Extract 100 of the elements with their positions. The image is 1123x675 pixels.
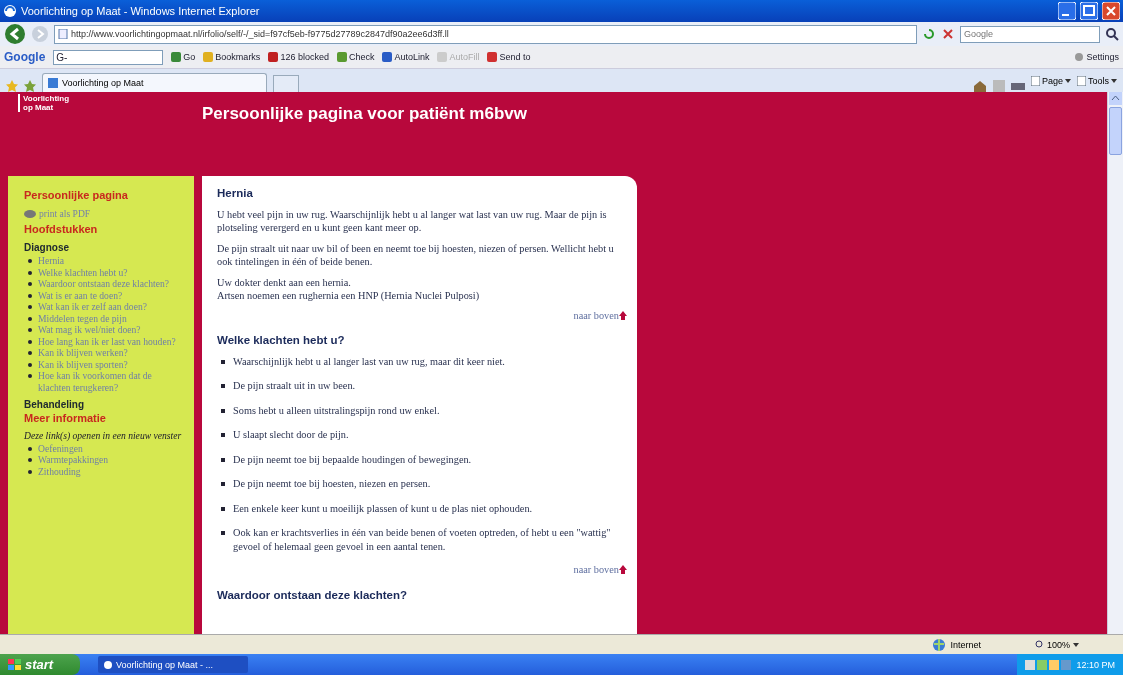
sidebar-link[interactable]: Middelen tegen de pijn xyxy=(38,312,186,324)
list-item: De pijn neemt toe bij bepaalde houdingen of bewegingen. xyxy=(233,452,472,466)
page-icon xyxy=(58,29,68,39)
sidebar-note: Deze link(s) openen in een nieuw venster xyxy=(24,430,183,442)
list-item: Een enkele keer kunt u moeilijk plassen of kunt u de plas niet ophouden. xyxy=(233,501,533,515)
browser-icon xyxy=(103,659,113,670)
back-to-top-link[interactable]: naar boven xyxy=(573,563,619,577)
bullet-icon xyxy=(28,458,32,462)
bullet-icon xyxy=(28,446,32,451)
sidebar-link[interactable]: Zithouding xyxy=(38,465,186,477)
list-item: De pijn straalt uit in uw been. xyxy=(233,379,356,393)
sidebar-subheading: Diagnose xyxy=(24,241,70,253)
sidebar-subheading: Behandeling xyxy=(24,399,85,411)
windows-logo-icon xyxy=(8,658,21,671)
sidebar-link[interactable]: Hernia xyxy=(38,255,186,267)
bullet-icon xyxy=(28,270,32,275)
paragraph: De pijn straalt uit naar uw bil of been en neemt toe bij hoesten, niezen of persen. Wellicht hebt u ook tintelingen in één of beide benen. xyxy=(217,241,615,269)
back-to-top-link[interactable]: naar boven xyxy=(573,308,619,322)
sidebar-link[interactable]: Kan ik blijven werken? xyxy=(38,347,186,359)
back-button[interactable] xyxy=(4,23,26,45)
up-arrow-icon xyxy=(619,565,627,575)
list-item: U slaapt slecht door de pijn. xyxy=(233,428,349,442)
maximize-button[interactable] xyxy=(1080,2,1098,20)
toolbar-icon xyxy=(336,52,347,62)
sidebar-link[interactable]: Wat kan ik er zelf aan doen? xyxy=(38,301,186,313)
sidebar-link[interactable]: Warmtepakkingen xyxy=(38,454,186,466)
command-button[interactable]: Tools xyxy=(1077,75,1117,86)
close-icon[interactable] xyxy=(941,27,955,41)
sidebar-link[interactable]: Hoe lang kan ik er last van houden? xyxy=(38,335,186,347)
bullet-icon xyxy=(221,482,225,486)
sidebar-link[interactable]: Wat mag ik wel/niet doen? xyxy=(38,324,186,336)
start-button[interactable]: start xyxy=(0,654,80,675)
bullet-icon xyxy=(221,433,225,437)
section-heading: Hernia xyxy=(217,187,254,201)
settings-button[interactable]: Settings xyxy=(1074,52,1119,62)
section-heading: Welke klachten hebt u? xyxy=(217,334,346,348)
bullet-icon xyxy=(221,359,225,364)
sidebar-link[interactable]: Waardoor ontstaan deze klachten? xyxy=(38,278,186,290)
browser-tab[interactable]: Voorlichting op Maat xyxy=(42,73,267,92)
minimize-button[interactable] xyxy=(1058,2,1076,20)
window-title: Voorlichting op Maat - Windows Internet Explorer xyxy=(21,5,261,17)
bullet-icon xyxy=(221,531,225,535)
sidebar-link[interactable]: Kan ik blijven sporten? xyxy=(38,358,186,370)
zoom-button[interactable]: 100% xyxy=(1035,639,1115,650)
caret-icon xyxy=(1065,78,1071,83)
toolbar-button[interactable]: Send to xyxy=(487,52,531,62)
toolbar-button[interactable]: Check xyxy=(336,52,375,62)
toolbar-icon xyxy=(437,52,448,62)
browser-icon xyxy=(3,4,17,18)
caret-icon xyxy=(1111,78,1117,83)
bullet-icon xyxy=(28,339,32,344)
address-field[interactable]: http://www.voorlichtingopmaat.nl/irfolio/self/-/_sid=f97cf5eb-f9775d27789c2847df90a2ee6d3ff.ll xyxy=(54,24,917,44)
google-search-field[interactable]: G- xyxy=(53,49,164,65)
search-icon[interactable] xyxy=(1105,27,1119,41)
go-button[interactable]: Go xyxy=(171,52,196,62)
bullet-icon xyxy=(221,506,225,511)
refresh-icon[interactable] xyxy=(922,27,936,41)
bullet-icon xyxy=(28,362,32,367)
toolbar-icon xyxy=(203,52,214,62)
toolbar-icon xyxy=(268,52,279,62)
toolbar-icon xyxy=(382,52,393,62)
toolbar-button[interactable]: 126 blocked xyxy=(268,52,329,62)
bullet-icon xyxy=(221,384,225,388)
tray-icons xyxy=(1025,658,1072,671)
sidebar-link[interactable]: Welke klachten hebt u? xyxy=(38,266,186,278)
bullet-icon xyxy=(28,282,32,286)
up-arrow-icon xyxy=(619,310,627,320)
site-logo: Voorlichting op Maat xyxy=(18,94,77,112)
add-favorite-icon[interactable] xyxy=(24,80,36,92)
toolbar-button[interactable]: Bookmarks xyxy=(203,52,261,62)
bullet-icon xyxy=(28,351,32,355)
toolbar-icon xyxy=(171,52,182,62)
sidebar-link[interactable]: Hoe kan ik voorkomen dat de klachten terugkeren? xyxy=(38,370,186,393)
bullet-icon xyxy=(28,328,32,332)
list-item: Soms hebt u alleen uitstralingspijn rond uw enkel. xyxy=(233,403,440,417)
security-zone: Internet xyxy=(950,639,981,650)
list-item: Waarschijnlijk hebt u al langer last van uw rug, maar dit keer niet. xyxy=(233,354,505,368)
bullet-icon xyxy=(28,293,32,298)
pdf-link[interactable]: print als PDF xyxy=(39,207,91,219)
taskbar-button[interactable]: Voorlichting op Maat - ... xyxy=(98,656,248,673)
command-button[interactable]: Page xyxy=(1030,75,1071,86)
sidebar-link[interactable]: Wat is er aan te doen? xyxy=(38,289,186,301)
new-tab-button[interactable] xyxy=(273,75,299,92)
bullet-icon xyxy=(28,259,32,263)
sidebar-heading: Meer informatie xyxy=(24,412,107,424)
google-logo: Google xyxy=(4,50,46,64)
favorite-star-icon[interactable] xyxy=(6,80,18,92)
bullet-icon xyxy=(28,469,32,474)
sidebar-heading: Persoonlijke pagina xyxy=(24,190,129,202)
scrollbar-thumb[interactable] xyxy=(1109,107,1122,155)
close-button[interactable] xyxy=(1102,2,1120,20)
sidebar-link[interactable]: Oefeningen xyxy=(38,442,186,454)
search-field[interactable]: Google xyxy=(960,25,1100,43)
toolbar-button[interactable]: AutoLink xyxy=(382,52,430,62)
page-icon xyxy=(1030,75,1040,86)
zoom-icon xyxy=(1035,640,1044,649)
scrollbar[interactable] xyxy=(1107,92,1123,634)
bullet-icon xyxy=(28,316,32,321)
disc-icon xyxy=(24,208,36,218)
bullet-icon xyxy=(28,374,32,378)
